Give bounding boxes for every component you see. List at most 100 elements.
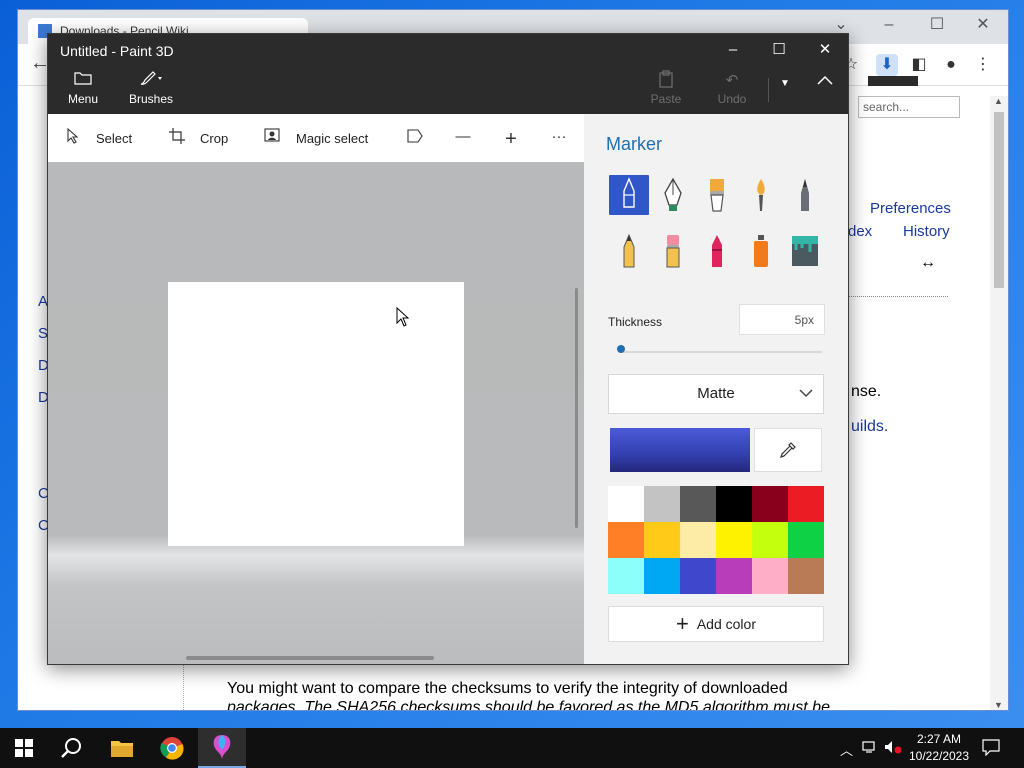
scroll-down-icon[interactable]: ▼ bbox=[994, 700, 1003, 710]
wiki-index-link[interactable]: dex bbox=[848, 223, 872, 240]
minimize-button[interactable]: – bbox=[710, 38, 756, 62]
color-swatch[interactable] bbox=[644, 486, 680, 522]
search-button[interactable] bbox=[48, 728, 96, 768]
browser-maximize-button[interactable]: ☐ bbox=[914, 10, 960, 40]
pencil-button[interactable] bbox=[609, 231, 649, 271]
eraser-button[interactable] bbox=[653, 231, 693, 271]
color-swatch[interactable] bbox=[680, 522, 716, 558]
volume-muted-icon[interactable] bbox=[884, 740, 902, 757]
crop-tool[interactable]: Crop bbox=[168, 128, 228, 148]
color-swatch[interactable] bbox=[752, 522, 788, 558]
mouse-pointer-icon bbox=[396, 307, 410, 327]
plus-icon: + bbox=[675, 611, 689, 636]
folder-icon bbox=[62, 70, 104, 92]
notification-icon[interactable] bbox=[982, 738, 1000, 759]
network-icon[interactable] bbox=[862, 740, 878, 757]
paste-button[interactable]: Paste bbox=[646, 70, 686, 106]
color-swatch[interactable] bbox=[608, 522, 644, 558]
select-tool[interactable]: Select bbox=[64, 127, 132, 148]
undo-button[interactable]: ↶ Undo bbox=[712, 70, 752, 106]
crop-icon bbox=[168, 128, 186, 148]
clock-date: 10/22/2023 bbox=[908, 749, 970, 763]
canvas-toolbar: Select Crop Magic select — + ··· bbox=[48, 114, 584, 162]
paste-label: Paste bbox=[650, 92, 682, 106]
collapse-header-icon[interactable] bbox=[810, 74, 840, 88]
workspace[interactable] bbox=[48, 162, 584, 664]
browser-scroll-thumb[interactable] bbox=[994, 112, 1004, 288]
finish-dropdown[interactable]: Matte bbox=[608, 374, 824, 414]
thickness-slider-thumb[interactable] bbox=[616, 345, 625, 353]
chrome-icon bbox=[160, 737, 184, 760]
wiki-divider bbox=[848, 296, 948, 297]
chrome-button[interactable] bbox=[148, 728, 196, 768]
scroll-up-icon[interactable]: ▲ bbox=[994, 96, 1003, 106]
color-swatch[interactable] bbox=[716, 522, 752, 558]
zoom-in-button[interactable]: + bbox=[502, 128, 520, 151]
wiki-arrow-icon[interactable]: ↔ bbox=[920, 254, 936, 272]
start-button[interactable] bbox=[0, 728, 48, 768]
eyedropper-button[interactable] bbox=[754, 428, 822, 472]
workspace-vertical-scrollbar[interactable] bbox=[575, 288, 578, 528]
color-swatch[interactable] bbox=[752, 486, 788, 522]
kebab-menu-icon[interactable]: ⋮ bbox=[972, 54, 994, 76]
current-color-swatch[interactable] bbox=[610, 428, 750, 472]
color-swatch[interactable] bbox=[752, 558, 788, 594]
brushes-button[interactable]: Brushes bbox=[128, 70, 174, 106]
spray-can-button[interactable] bbox=[741, 231, 781, 271]
canvas[interactable] bbox=[168, 282, 464, 546]
pixel-pen-button[interactable] bbox=[785, 175, 825, 215]
watercolor-button[interactable] bbox=[741, 175, 781, 215]
close-button[interactable]: ✕ bbox=[802, 38, 848, 62]
clock[interactable]: 2:27 AM 10/22/2023 bbox=[904, 731, 974, 765]
paint3d-icon bbox=[213, 735, 231, 759]
browser-scrollbar[interactable]: ▲ ▼ bbox=[990, 96, 1008, 710]
zoom-out-button[interactable]: — bbox=[454, 128, 472, 145]
paint3d-taskbar-button[interactable] bbox=[198, 728, 246, 768]
crayon-icon bbox=[712, 235, 722, 267]
thickness-slider[interactable] bbox=[620, 351, 822, 353]
pixel-pen-icon bbox=[801, 179, 809, 211]
wiki-text-fragment: nse. bbox=[851, 383, 882, 400]
color-swatch[interactable] bbox=[680, 486, 716, 522]
menu-button[interactable]: Menu bbox=[62, 70, 104, 106]
canvas-view-button[interactable] bbox=[406, 128, 424, 148]
wiki-history-link[interactable]: History bbox=[903, 223, 950, 240]
color-swatch[interactable] bbox=[608, 558, 644, 594]
crayon-button[interactable] bbox=[697, 231, 737, 271]
download-icon[interactable]: ⬇ bbox=[876, 54, 898, 76]
sidebar-icon[interactable]: ◧ bbox=[908, 54, 930, 76]
color-swatch[interactable] bbox=[788, 522, 824, 558]
oil-brush-button[interactable] bbox=[697, 175, 737, 215]
add-color-button[interactable]: + Add color bbox=[608, 606, 824, 642]
wiki-link-fragment[interactable]: uilds. bbox=[851, 418, 888, 436]
color-swatch[interactable] bbox=[788, 558, 824, 594]
menu-label: Menu bbox=[67, 92, 99, 106]
file-explorer-button[interactable] bbox=[98, 728, 146, 768]
color-swatch[interactable] bbox=[716, 558, 752, 594]
workspace-horizontal-scrollbar[interactable] bbox=[186, 656, 434, 660]
color-swatch[interactable] bbox=[644, 522, 680, 558]
color-swatch[interactable] bbox=[680, 558, 716, 594]
history-dropdown-icon[interactable]: ▼ bbox=[774, 78, 796, 89]
profile-icon[interactable]: ● bbox=[940, 54, 962, 76]
more-options-button[interactable]: ··· bbox=[550, 128, 568, 145]
calligraphy-pen-button[interactable] bbox=[653, 175, 693, 215]
magic-select-icon bbox=[264, 128, 282, 148]
wiki-search-input[interactable]: search... bbox=[858, 96, 960, 118]
color-swatch[interactable] bbox=[788, 486, 824, 522]
eyedropper-icon bbox=[780, 442, 796, 458]
color-swatch[interactable] bbox=[608, 486, 644, 522]
browser-minimize-button[interactable]: – bbox=[866, 10, 912, 40]
wiki-preferences-link[interactable]: Preferences bbox=[870, 200, 951, 217]
fill-button[interactable] bbox=[785, 231, 825, 271]
maximize-button[interactable]: ☐ bbox=[756, 38, 802, 62]
magic-select-tool[interactable]: Magic select bbox=[264, 128, 368, 148]
marker-brush-button[interactable] bbox=[609, 175, 649, 215]
color-swatch[interactable] bbox=[644, 558, 680, 594]
browser-close-button[interactable]: ✕ bbox=[960, 10, 1006, 40]
taskbar: ︿ 2:27 AM 10/22/2023 bbox=[0, 728, 1024, 768]
color-swatch[interactable] bbox=[716, 486, 752, 522]
calligraphy-pen-icon bbox=[664, 177, 682, 211]
thickness-input[interactable]: 5px bbox=[739, 304, 825, 335]
show-hidden-icons-button[interactable]: ︿ bbox=[840, 740, 853, 759]
